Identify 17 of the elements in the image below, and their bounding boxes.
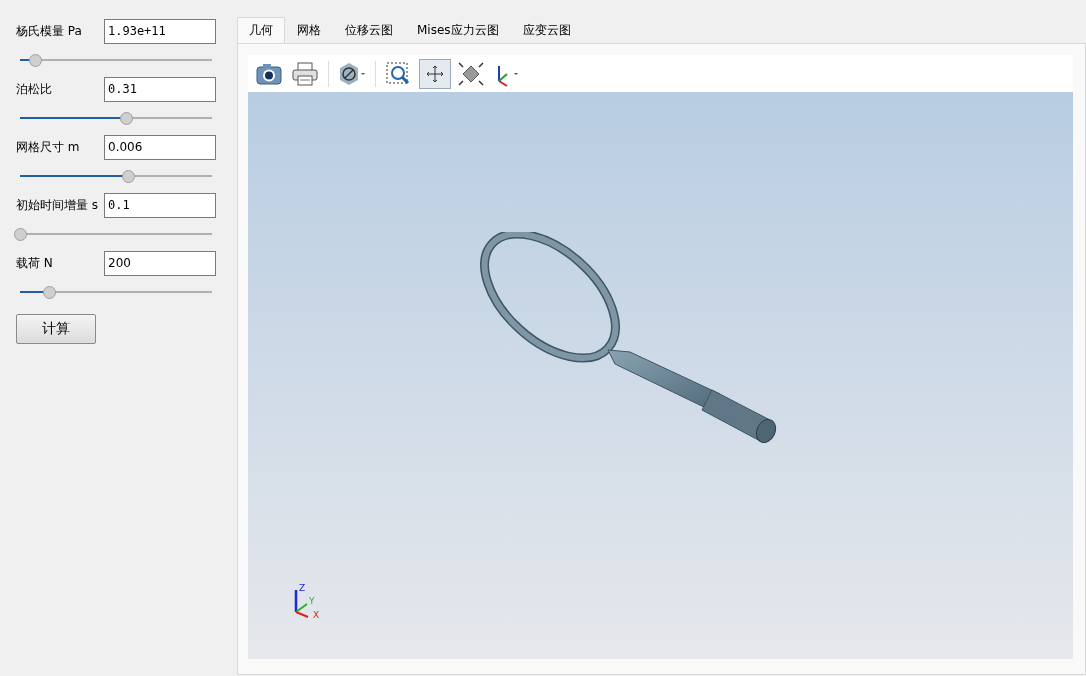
input-field[interactable]: 0.006 bbox=[104, 134, 216, 160]
axis-label: X bbox=[313, 611, 320, 620]
input-field[interactable]: 0.1 bbox=[104, 192, 216, 218]
parameter-label: 初始时间增量 s bbox=[16, 196, 100, 214]
axis-label: Y bbox=[309, 597, 315, 606]
input-field[interactable]: 200 bbox=[104, 250, 216, 276]
compute-button[interactable]: 计算 bbox=[16, 314, 96, 344]
parameter-label: 载荷 N bbox=[16, 254, 54, 272]
parameter-label: 泊松比 bbox=[16, 80, 53, 98]
parameter-label: 网格尺寸 m bbox=[16, 138, 81, 156]
axis-label: Z bbox=[299, 584, 306, 593]
axis-triad-icon bbox=[294, 590, 310, 618]
input-field[interactable]: 1.93e+11 bbox=[104, 18, 216, 44]
pan-icon[interactable] bbox=[419, 58, 451, 89]
parameter-label: 杨氏模量 Pa bbox=[16, 22, 83, 40]
input-field[interactable]: 0.31 bbox=[104, 76, 216, 102]
tab[interactable]: 几何 bbox=[237, 17, 285, 43]
